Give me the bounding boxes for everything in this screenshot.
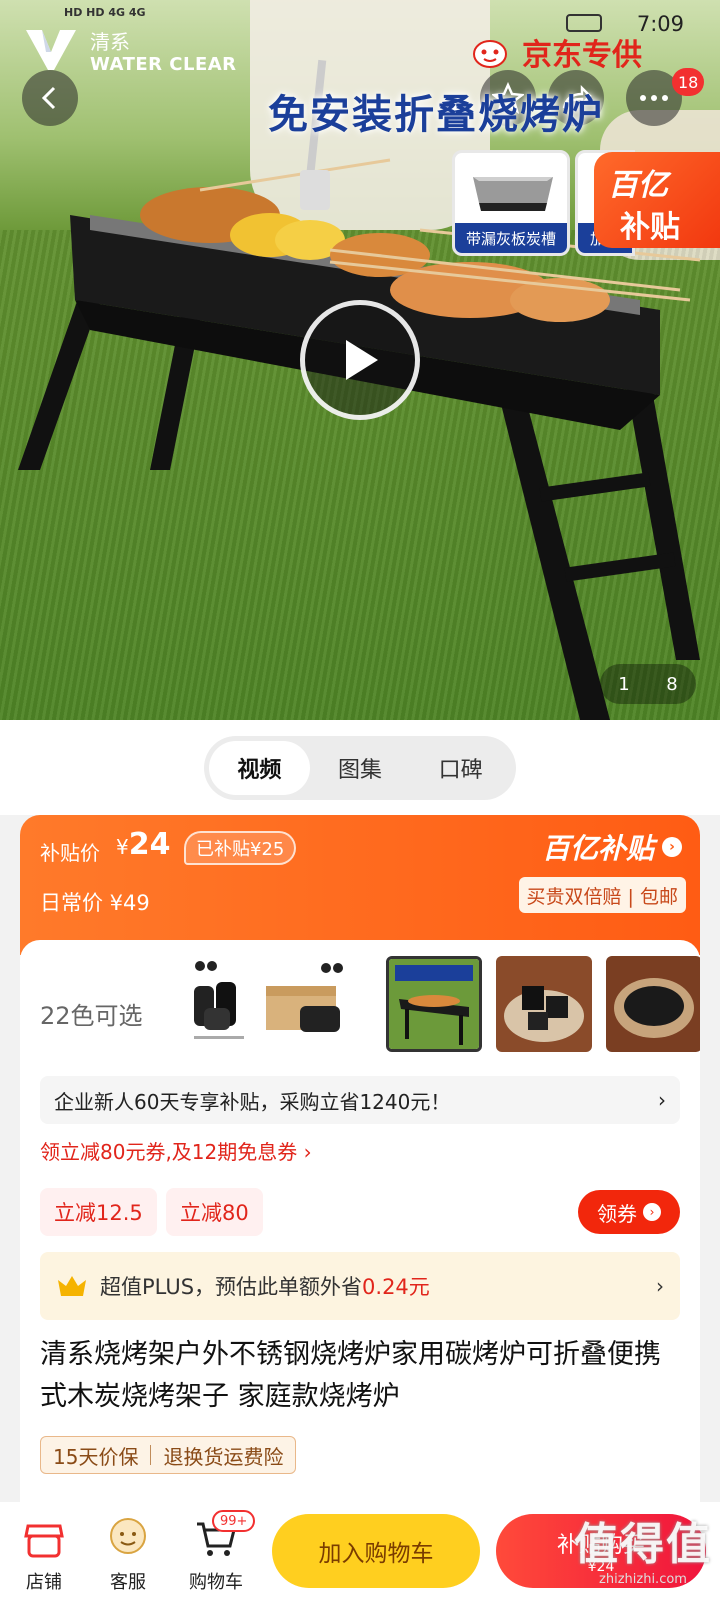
chevron-right-icon: › bbox=[658, 1088, 666, 1112]
feature-inset-ash-tray: 带漏灰板炭槽 bbox=[452, 150, 570, 256]
store-label: 店铺 bbox=[26, 1572, 62, 1593]
add-to-cart-button[interactable]: 加入购物车 bbox=[272, 1514, 480, 1588]
service-tag: 退换货运费险 bbox=[163, 1444, 284, 1469]
variant-thumb[interactable] bbox=[496, 956, 592, 1052]
subsidy-corner-badge: 百亿 补贴 bbox=[594, 152, 720, 248]
ash-tray-image bbox=[473, 177, 553, 211]
customer-service-button[interactable]: 客服 bbox=[88, 1512, 168, 1598]
product-hero-media[interactable]: HD HD 4G 4G 7:09 清系 WATER CLEAR 1 8 京东专供 … bbox=[0, 0, 720, 720]
program-name: 百亿补贴 bbox=[541, 832, 654, 865]
tab-reviews[interactable]: 口碑 bbox=[410, 741, 511, 795]
play-video-button[interactable] bbox=[300, 300, 420, 420]
chevron-right-icon: › bbox=[656, 1274, 664, 1298]
guarantee-badge[interactable]: 买贵双倍赔 | 包邮 bbox=[518, 877, 686, 913]
watermark-url: zhizhizhi.com bbox=[599, 1572, 687, 1587]
discount-chip[interactable]: 立减12.5 bbox=[40, 1188, 157, 1236]
image-pager: 1 8 bbox=[600, 664, 696, 704]
brand-name-cn: 清系 bbox=[90, 30, 130, 54]
signal-indicator: HD HD 4G 4G bbox=[64, 6, 146, 19]
brand-name-en: WATER CLEAR bbox=[90, 54, 237, 75]
subsidy-price: ¥24 bbox=[116, 827, 170, 862]
chevron-left-icon bbox=[41, 86, 56, 110]
plus-promo-text: 超值PLUS，预估此单额外省 bbox=[100, 1275, 363, 1299]
pager-total: 8 bbox=[666, 673, 678, 695]
jd-exclusive-tag: 京东专供 bbox=[470, 30, 642, 74]
watermark-text: 值得值 bbox=[574, 1519, 712, 1570]
media-tabs: 视频 图集 口碑 bbox=[204, 736, 516, 800]
cart-count-badge: 99+ bbox=[212, 1510, 256, 1532]
hero-headline: 免安装折叠烧烤炉 bbox=[268, 92, 604, 138]
variant-thumb[interactable] bbox=[256, 956, 352, 1052]
subsidy-price-value: 24 bbox=[128, 827, 171, 862]
store-button[interactable]: 店铺 bbox=[4, 1512, 84, 1598]
plus-saving-amount: 0.24元 bbox=[362, 1275, 430, 1299]
color-options-label[interactable]: 22色可选 bbox=[40, 996, 143, 1031]
product-info-card: 22色可选 企业新人60天专享补贴，采购立省1240元！ › 领立减80元券,及… bbox=[20, 940, 700, 1600]
tab-gallery[interactable]: 图集 bbox=[310, 741, 411, 795]
back-button[interactable] bbox=[22, 70, 78, 126]
tab-video[interactable]: 视频 bbox=[209, 741, 310, 795]
charcoal-bowl-thumb-image bbox=[606, 956, 700, 1052]
cart-label: 购物车 bbox=[189, 1572, 243, 1593]
site-watermark: 值得值 zhizhizhi.com bbox=[574, 1508, 712, 1587]
jd-tag-text: 京东专供 bbox=[522, 38, 642, 73]
corner-line2: 补贴 bbox=[620, 210, 680, 245]
service-label: 客服 bbox=[110, 1572, 146, 1593]
corner-line1: 百亿 bbox=[608, 168, 668, 203]
regular-price: 日常价 ¥49 bbox=[40, 891, 150, 915]
subsidy-saved-badge: 已补贴¥25 bbox=[184, 831, 297, 865]
grill-thumb-image bbox=[389, 959, 479, 1049]
product-page: HD HD 4G 4G 7:09 清系 WATER CLEAR 1 8 京东专供 … bbox=[0, 0, 720, 1600]
get-coupon-label: 领券 bbox=[597, 1201, 637, 1226]
variant-thumb-selected[interactable] bbox=[386, 956, 482, 1052]
discount-chip[interactable]: 立减80 bbox=[166, 1188, 263, 1236]
plus-membership-promo[interactable]: 超值PLUS，预估此单额外省 0.24元 › bbox=[40, 1252, 680, 1320]
service-tags[interactable]: 15天价保 退换货运费险 bbox=[40, 1436, 297, 1474]
subsidy-price-banner[interactable]: 补贴价 ¥24 已补贴¥25 日常价 ¥49 百亿补贴 › 买贵双倍赔 | 包邮 bbox=[20, 815, 700, 955]
brand-v-icon bbox=[26, 30, 76, 70]
status-time: 7:09 bbox=[636, 12, 684, 36]
subsidy-program-link[interactable]: 百亿补贴 › bbox=[542, 827, 682, 867]
business-newcomer-promo[interactable]: 企业新人60天专享补贴，采购立省1240元！ › bbox=[40, 1076, 680, 1124]
charcoal-box-thumb-image bbox=[266, 963, 343, 1032]
inset-caption: 带漏灰板炭槽 bbox=[455, 223, 567, 253]
play-icon bbox=[346, 340, 378, 380]
currency-symbol: ¥ bbox=[116, 835, 129, 859]
business-promo-text: 企业新人60天专享补贴，采购立省1240元！ bbox=[54, 1089, 451, 1114]
product-title: 清系烧烤架户外不锈钢烧烤炉家用碳烤炉可折叠便携式木炭烧烤架子 家庭款烧烤炉 bbox=[40, 1339, 661, 1412]
get-coupon-button[interactable]: 领券 › bbox=[578, 1190, 680, 1234]
customer-service-icon bbox=[110, 1518, 146, 1554]
variant-thumbnails bbox=[180, 956, 700, 1056]
crown-icon bbox=[58, 1276, 86, 1296]
pager-current: 1 bbox=[618, 673, 630, 695]
coupon-link[interactable]: 领立减80元券,及12期免息券 › bbox=[40, 1136, 312, 1165]
store-icon bbox=[24, 1524, 64, 1558]
charcoal-pile-thumb-image bbox=[496, 956, 592, 1052]
jd-dog-icon bbox=[473, 40, 507, 68]
subsidy-price-label: 补贴价 bbox=[40, 841, 100, 865]
chevron-right-icon: › bbox=[662, 837, 682, 857]
service-tag: 15天价保 bbox=[53, 1444, 139, 1469]
chevron-right-icon: › bbox=[643, 1203, 661, 1221]
variant-thumb[interactable] bbox=[606, 956, 700, 1052]
